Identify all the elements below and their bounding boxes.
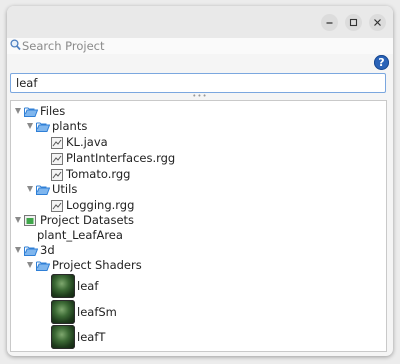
dataset-icon (24, 215, 36, 226)
folder-open-icon (36, 122, 50, 132)
tree-node-label: 3d (40, 243, 55, 257)
close-icon (374, 19, 381, 26)
tree-item-label: KL.java (66, 135, 108, 149)
tree-item-label: Logging.rgg (66, 198, 135, 212)
maximize-button[interactable] (345, 14, 362, 31)
maximize-icon (349, 18, 358, 27)
expand-arrow-icon[interactable] (15, 217, 21, 223)
shader-thumbnail-icon (51, 274, 75, 298)
folder-open-icon (24, 107, 38, 117)
tree-item-label: leaf (77, 279, 99, 293)
tree-item-label: plant_LeafArea (37, 228, 123, 242)
minimize-icon (326, 22, 333, 24)
close-button[interactable] (369, 14, 386, 31)
expand-arrow-icon[interactable] (15, 108, 21, 114)
search-icon (10, 39, 21, 51)
expand-arrow-icon[interactable] (27, 262, 33, 268)
expand-arrow-icon[interactable] (27, 123, 33, 129)
tree-node-label: Utils (52, 182, 78, 196)
file-icon (51, 137, 63, 149)
tree-node-label: plants (52, 119, 88, 133)
shader-thumbnail-icon (51, 325, 75, 349)
tree-node-label: Project Shaders (52, 258, 142, 272)
search-label: Search Project (22, 39, 105, 53)
file-icon (51, 169, 63, 181)
project-tree[interactable]: Files plants KL.java PlantInterfaces.rgg… (10, 100, 387, 352)
tree-node-label: Files (40, 104, 66, 118)
title-bar (7, 6, 393, 38)
folder-open-icon (36, 261, 50, 271)
expand-arrow-icon[interactable] (27, 186, 33, 192)
help-icon[interactable]: ? (374, 55, 389, 70)
minimize-button[interactable] (321, 14, 338, 31)
shader-thumbnail-icon (51, 300, 75, 324)
search-row: Search Project (7, 38, 393, 54)
folder-open-icon (24, 246, 38, 256)
help-row: ? (7, 54, 393, 72)
tree-item-label: leafSm (77, 305, 117, 319)
tree-item-label: leafT (77, 330, 106, 344)
project-window: Search Project ? ••• Files plants (7, 6, 393, 356)
folder-open-icon (36, 185, 50, 195)
file-icon (51, 200, 63, 212)
tree-item-label: Tomato.rgg (66, 167, 131, 181)
filter-input[interactable] (10, 73, 386, 93)
tree-node-label: Project Datasets (40, 213, 135, 227)
tree-item-label: PlantInterfaces.rgg (66, 151, 176, 165)
file-icon (51, 153, 63, 165)
expand-arrow-icon[interactable] (15, 247, 21, 253)
